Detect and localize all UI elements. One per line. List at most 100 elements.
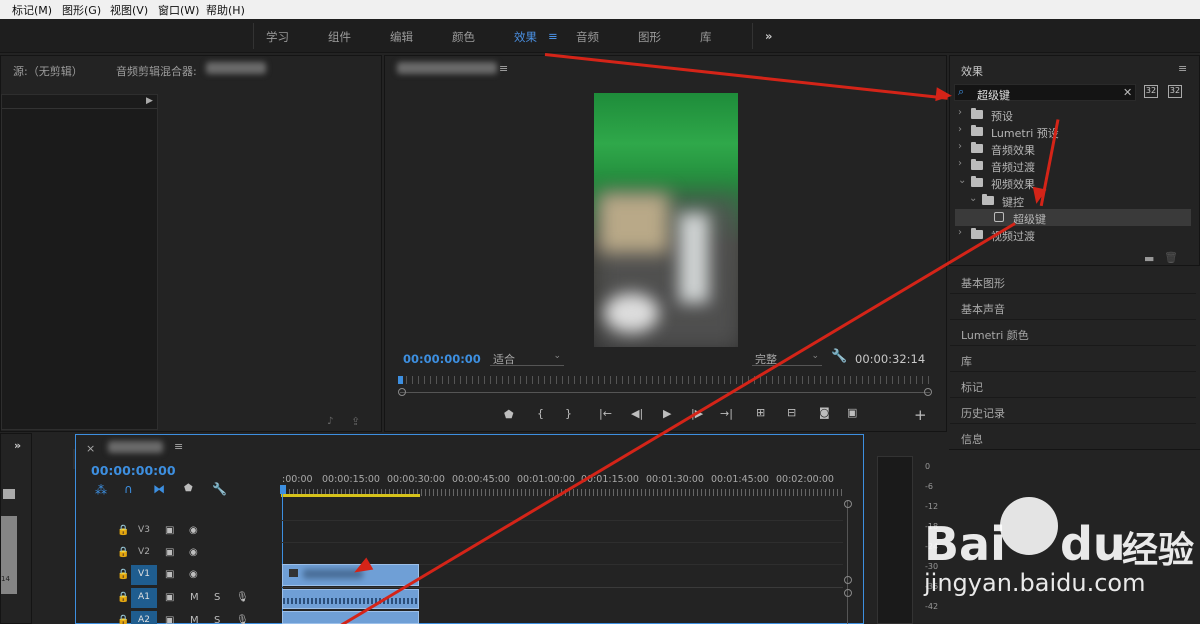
- workspace-assembly[interactable]: 组件: [328, 29, 351, 45]
- lock-icon[interactable]: 🔒: [117, 569, 129, 580]
- effects-tree-item[interactable]: ⌄ 视频效果: [955, 174, 1191, 191]
- chevron-right-icon[interactable]: ›: [958, 141, 962, 152]
- eye-icon[interactable]: ◉: [189, 525, 198, 536]
- camera-icon[interactable]: ◙: [819, 406, 830, 419]
- compare-view-icon[interactable]: ▣: [847, 406, 857, 419]
- lock-icon[interactable]: 🔒: [117, 615, 129, 624]
- sync-lock-icon[interactable]: ▣: [165, 525, 174, 536]
- clear-search-icon[interactable]: ✕: [1123, 86, 1132, 99]
- panel-tab-item[interactable]: Lumetri 颜色: [950, 320, 1196, 346]
- add-marker-icon[interactable]: ⬟: [184, 483, 193, 494]
- workspace-graphics[interactable]: 图形: [638, 29, 661, 45]
- go-to-out-icon[interactable]: →|: [720, 407, 733, 420]
- timeline-playhead-handle[interactable]: [280, 485, 286, 494]
- play-icon[interactable]: ▶: [663, 407, 671, 420]
- workspace-libraries[interactable]: 库: [700, 29, 712, 45]
- linked-selection-icon[interactable]: ⧓: [153, 482, 165, 496]
- panel-tab-item[interactable]: 库: [950, 346, 1196, 372]
- mute-button[interactable]: M: [190, 615, 199, 624]
- effects-tree-item[interactable]: › 音频过渡: [955, 157, 1191, 174]
- chevron-right-icon[interactable]: ›: [958, 124, 962, 135]
- panel-tab-item[interactable]: 基本图形: [950, 268, 1196, 294]
- accelerated-effects-icon[interactable]: 32: [1144, 85, 1158, 98]
- new-bin-icon[interactable]: ▬: [1144, 252, 1154, 265]
- mark-in-icon[interactable]: {: [537, 407, 544, 420]
- chevron-right-icon[interactable]: ›: [958, 227, 962, 238]
- panel-tab-item[interactable]: 信息: [950, 424, 1196, 450]
- export-frame-icon[interactable]: ⇪: [351, 415, 360, 428]
- add-marker-icon[interactable]: ⬟: [504, 408, 514, 421]
- go-to-in-icon[interactable]: |←: [599, 407, 612, 420]
- export-audio-icon[interactable]: ♪: [327, 416, 333, 427]
- timeline-timecode[interactable]: 00:00:00:00: [91, 463, 176, 478]
- fit-dropdown[interactable]: 适合 ⌄: [490, 351, 564, 366]
- chevron-down-icon[interactable]: ⌄: [958, 175, 966, 186]
- search-icon[interactable]: [3, 489, 15, 499]
- solo-button[interactable]: S: [214, 592, 220, 603]
- mark-out-icon[interactable]: }: [565, 407, 572, 420]
- track-target-button[interactable]: A2: [131, 611, 157, 624]
- program-timecode[interactable]: 00:00:00:00: [403, 352, 481, 366]
- workspace-audio[interactable]: 音频: [576, 29, 599, 45]
- chevron-right-icon[interactable]: ›: [958, 107, 962, 118]
- zoom-scrollbar[interactable]: [400, 392, 930, 393]
- add-button-icon[interactable]: +: [914, 406, 927, 424]
- mute-button[interactable]: M: [190, 592, 199, 603]
- sync-lock-icon[interactable]: ▣: [165, 592, 174, 603]
- effects-tree-item[interactable]: › 预设: [955, 106, 1191, 123]
- menu-view[interactable]: 视图(V): [110, 2, 148, 18]
- workspace-learn[interactable]: 学习: [266, 29, 289, 45]
- effects-menu-icon[interactable]: ≡: [1178, 62, 1187, 75]
- snap-magnet-icon[interactable]: ∩: [124, 482, 133, 496]
- mic-icon[interactable]: 🎙: [236, 592, 249, 603]
- delete-icon[interactable]: 🗑: [1164, 251, 1178, 264]
- nest-icon[interactable]: ⁂: [95, 483, 107, 497]
- expand-icon[interactable]: »: [14, 439, 21, 452]
- timeline-vscroll[interactable]: [847, 500, 848, 624]
- play-triangle-icon[interactable]: ▶: [146, 96, 153, 106]
- menu-window[interactable]: 窗口(W): [158, 2, 199, 18]
- workspace-menu-icon[interactable]: ≡: [548, 29, 558, 43]
- 32bit-effects-icon[interactable]: 32: [1168, 85, 1182, 98]
- chevron-right-icon[interactable]: ›: [958, 158, 962, 169]
- settings-wrench-icon[interactable]: 🔧: [212, 482, 227, 496]
- track-target-button[interactable]: V2: [131, 543, 157, 563]
- effects-tree-item[interactable]: › 视频过渡: [955, 226, 1191, 243]
- lock-icon[interactable]: 🔒: [117, 525, 129, 536]
- zoom-handle-right[interactable]: [924, 388, 932, 396]
- eye-icon[interactable]: ◉: [189, 547, 198, 558]
- step-back-icon[interactable]: ◀|: [631, 407, 643, 420]
- track-target-button[interactable]: V1: [131, 565, 157, 585]
- effects-tree-item[interactable]: 超级键: [955, 209, 1191, 226]
- lock-icon[interactable]: 🔒: [117, 547, 129, 558]
- effects-tree-item[interactable]: ⌄ 键控: [955, 192, 1191, 209]
- program-playhead[interactable]: [398, 376, 403, 384]
- sync-lock-icon[interactable]: ▣: [165, 569, 174, 580]
- panel-tab-item[interactable]: 标记: [950, 372, 1196, 398]
- lock-icon[interactable]: 🔒: [117, 592, 129, 603]
- effects-search-input[interactable]: ⌕ 超级键 ✕: [954, 84, 1136, 102]
- lift-icon[interactable]: ⊞: [756, 406, 765, 419]
- close-tab-icon[interactable]: ×: [86, 442, 95, 455]
- track-target-button[interactable]: V3: [131, 521, 157, 541]
- audio-mixer-tab[interactable]: 音频剪辑混合器:: [116, 63, 197, 79]
- effects-panel-title[interactable]: 效果: [961, 63, 983, 79]
- more-workspaces-icon[interactable]: »: [765, 29, 772, 43]
- mic-icon[interactable]: 🎙: [236, 615, 249, 624]
- program-mini-ruler[interactable]: [400, 376, 930, 384]
- program-menu-icon[interactable]: ≡: [499, 62, 508, 75]
- panel-tab-item[interactable]: 历史记录: [950, 398, 1196, 424]
- effects-tree-item[interactable]: › Lumetri 预设: [955, 123, 1191, 140]
- sync-lock-icon[interactable]: ▣: [165, 547, 174, 558]
- workspace-effects[interactable]: 效果: [514, 29, 537, 45]
- menu-graphics[interactable]: 图形(G): [62, 2, 101, 18]
- solo-button[interactable]: S: [214, 615, 220, 624]
- chevron-down-icon[interactable]: ⌄: [969, 193, 977, 204]
- work-area-bar[interactable]: [281, 494, 420, 497]
- source-tab[interactable]: 源:（无剪辑）: [13, 63, 83, 79]
- effects-tree-item[interactable]: › 音频效果: [955, 140, 1191, 157]
- wrench-icon[interactable]: 🔧: [831, 349, 847, 364]
- extract-icon[interactable]: ⊟: [787, 406, 796, 419]
- sync-lock-icon[interactable]: ▣: [165, 615, 174, 624]
- zoom-handle-left[interactable]: [398, 388, 406, 396]
